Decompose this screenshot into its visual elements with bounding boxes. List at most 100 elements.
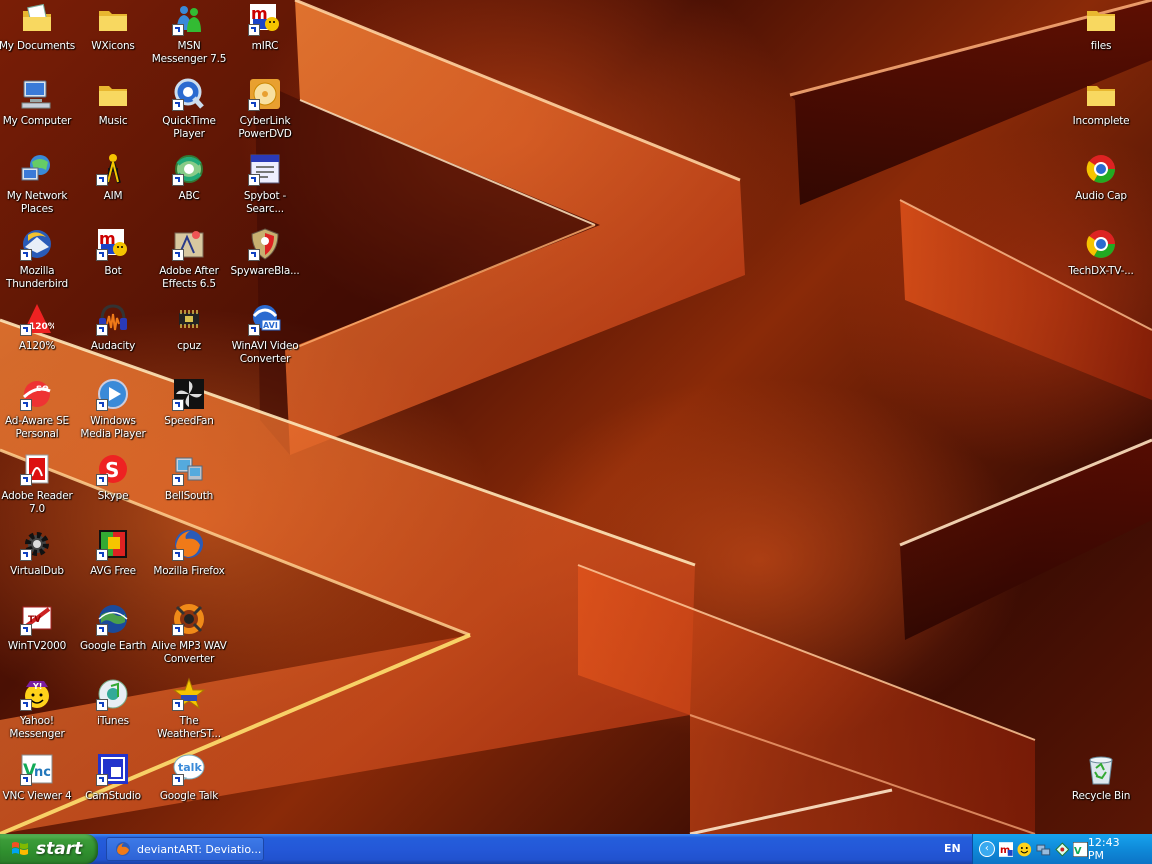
network-tray-icon[interactable] bbox=[1036, 842, 1051, 857]
desktop-icon-label: The WeatherST... bbox=[157, 715, 221, 740]
chip-icon bbox=[172, 302, 206, 336]
shortcut-arrow-icon bbox=[96, 174, 108, 186]
desktop-icon-spywareblaster[interactable]: SpywareBla... bbox=[228, 225, 302, 278]
desktop-icon-itunes[interactable]: iTunes bbox=[76, 675, 150, 728]
shortcut-arrow-icon bbox=[20, 399, 32, 411]
desktop-icon-recycle-bin[interactable]: Recycle Bin bbox=[1064, 750, 1138, 803]
shortcut-arrow-icon bbox=[248, 249, 260, 261]
desktop-icon-files[interactable]: files bbox=[1064, 0, 1138, 53]
desktop-icon-msn-messenger[interactable]: MSN Messenger 7.5 bbox=[152, 0, 226, 66]
desktop-icon-audio-cap[interactable]: Audio Cap bbox=[1064, 150, 1138, 203]
desktop-icon-label: My Documents bbox=[0, 40, 76, 52]
shortcut-arrow-icon bbox=[96, 474, 108, 486]
security-tray-icon[interactable] bbox=[1054, 841, 1070, 857]
taskbar-item-firefox[interactable]: deviantART: Deviatio... bbox=[106, 837, 264, 861]
desktop-icon-incomplete[interactable]: Incomplete bbox=[1064, 75, 1138, 128]
desktop-icon-cpuz[interactable]: cpuz bbox=[152, 300, 226, 353]
taskbar-item-label: deviantART: Deviatio... bbox=[137, 842, 262, 856]
tray-expand-chevron-icon[interactable]: ‹ bbox=[979, 841, 995, 857]
desktop-icon-after-effects[interactable]: Adobe After Effects 6.5 bbox=[152, 225, 226, 291]
desktop-icon-spybot[interactable]: Spybot - Searc... bbox=[228, 150, 302, 216]
system-tray: ‹ m V 12:43 PM bbox=[972, 834, 1152, 864]
desktop-icon-label: Adobe Reader 7.0 bbox=[1, 490, 73, 515]
desktop-icon-label: SpeedFan bbox=[164, 415, 214, 427]
desktop-icon-mozilla-thunderbird[interactable]: Mozilla Thunderbird bbox=[0, 225, 74, 291]
desktop-icon-alive-mp3[interactable]: Alive MP3 WAV Converter bbox=[151, 600, 227, 666]
desktop-icon-music[interactable]: Music bbox=[76, 75, 150, 128]
shortcut-arrow-icon bbox=[172, 399, 184, 411]
desktop-icon-my-computer[interactable]: My Computer bbox=[0, 75, 74, 128]
chrome-icon bbox=[1084, 227, 1118, 261]
desktop-icon-wxicons[interactable]: WXicons bbox=[76, 0, 150, 53]
desktop-icon-label: WXicons bbox=[91, 40, 135, 52]
desktop-icon-avg-free[interactable]: AVG Free bbox=[76, 525, 150, 578]
desktop-icon-label: VNC Viewer 4 bbox=[2, 790, 72, 802]
desktop-icon-bellsouth[interactable]: BellSouth bbox=[152, 450, 226, 503]
desktop-icon-skype[interactable]: S Skype bbox=[76, 450, 150, 503]
talk-icon: talk bbox=[172, 752, 206, 786]
desktop-icon-label: files bbox=[1090, 40, 1112, 52]
converter-icon bbox=[172, 602, 206, 636]
svg-text:120%: 120% bbox=[29, 322, 54, 332]
desktop-icon-virtualdub[interactable]: VirtualDub bbox=[0, 525, 74, 578]
mirc-icon: m bbox=[248, 2, 282, 36]
folder-letter-icon bbox=[20, 2, 54, 36]
desktop-icon-google-talk[interactable]: talk Google Talk bbox=[152, 750, 226, 803]
desktop-icon-bot[interactable]: m Bot bbox=[76, 225, 150, 278]
recycle-bin-icon bbox=[1084, 752, 1118, 786]
shortcut-arrow-icon bbox=[96, 624, 108, 636]
desktop-icon-speedfan[interactable]: SpeedFan bbox=[152, 375, 226, 428]
desktop-icon-wintv2000[interactable]: TV WinTV2000 bbox=[0, 600, 74, 653]
desktop-icon-label: Google Earth bbox=[79, 640, 147, 652]
desktop-icon-aim[interactable]: AIM bbox=[76, 150, 150, 203]
desktop-icon-label: mIRC bbox=[251, 40, 279, 52]
shortcut-arrow-icon bbox=[172, 624, 184, 636]
desktop-icon-a120[interactable]: 120% A120% bbox=[0, 300, 74, 353]
mirc-tray-icon[interactable]: m bbox=[998, 841, 1014, 857]
yahoo-tray-icon[interactable] bbox=[1017, 842, 1032, 857]
desktop-icon-abc[interactable]: ABC bbox=[152, 150, 226, 203]
desktop-icon-label: My Computer bbox=[2, 115, 72, 127]
desktop-icon-label: My Network Places bbox=[6, 190, 68, 215]
desktop-icon-my-documents[interactable]: My Documents bbox=[0, 0, 76, 53]
desktop-icon-vnc-viewer[interactable]: Vnc VNC Viewer 4 bbox=[0, 750, 74, 803]
desktop-icon-mirc[interactable]: m mIRC bbox=[228, 0, 302, 53]
winavi-icon: AVI bbox=[248, 302, 282, 336]
desktop-icon-my-network-places[interactable]: My Network Places bbox=[0, 150, 74, 216]
language-indicator[interactable]: EN bbox=[944, 842, 961, 855]
desktop[interactable]: My Documents My Computer My Network Places… bbox=[0, 0, 1152, 834]
shortcut-arrow-icon bbox=[172, 249, 184, 261]
desktop-icon-google-earth[interactable]: Google Earth bbox=[76, 600, 150, 653]
shortcut-arrow-icon bbox=[248, 174, 260, 186]
desktop-icon-weatherst[interactable]: The WeatherST... bbox=[152, 675, 226, 741]
desktop-icon-powerdvd[interactable]: CyberLink PowerDVD bbox=[228, 75, 302, 141]
desktop-icon-windows-media-player[interactable]: Windows Media Player bbox=[76, 375, 150, 441]
shortcut-arrow-icon bbox=[172, 24, 184, 36]
desktop-icon-adobe-reader[interactable]: Adobe Reader 7.0 bbox=[0, 450, 74, 516]
alcohol-icon: 120% bbox=[20, 302, 54, 336]
desktop-icon-label: Windows Media Player bbox=[80, 415, 146, 440]
shortcut-arrow-icon bbox=[20, 474, 32, 486]
mirc-icon: m bbox=[96, 227, 130, 261]
clock[interactable]: 12:43 PM bbox=[1088, 836, 1138, 862]
desktop-icon-ad-aware[interactable]: se Ad-Aware SE Personal bbox=[0, 375, 74, 441]
svg-text:talk: talk bbox=[178, 761, 202, 774]
desktop-icon-techdx-tv[interactable]: TechDX-TV-... bbox=[1064, 225, 1138, 278]
start-button[interactable]: start bbox=[0, 834, 98, 864]
audacity-icon bbox=[96, 302, 130, 336]
desktop-icon-label: VirtualDub bbox=[10, 565, 64, 577]
desktop-icon-quicktime[interactable]: QuickTime Player bbox=[152, 75, 226, 141]
desktop-icon-label: Adobe After Effects 6.5 bbox=[159, 265, 219, 290]
desktop-icon-audacity[interactable]: Audacity bbox=[76, 300, 150, 353]
desktop-icon-label: Alive MP3 WAV Converter bbox=[151, 640, 227, 665]
vnc-tray-icon[interactable]: V bbox=[1073, 841, 1088, 857]
after-effects-icon bbox=[172, 227, 206, 261]
shortcut-arrow-icon bbox=[20, 624, 32, 636]
desktop-icon-winavi[interactable]: AVI WinAVI Video Converter bbox=[228, 300, 302, 366]
desktop-icon-mozilla-firefox[interactable]: Mozilla Firefox bbox=[152, 525, 226, 578]
svg-text:AVI: AVI bbox=[263, 321, 278, 330]
desktop-icon-yahoo-messenger[interactable]: Y! Yahoo! Messenger bbox=[0, 675, 74, 741]
svg-text:Y!: Y! bbox=[32, 682, 42, 691]
desktop-icon-camstudio[interactable]: CamStudio bbox=[76, 750, 150, 803]
folder-icon bbox=[96, 2, 130, 36]
